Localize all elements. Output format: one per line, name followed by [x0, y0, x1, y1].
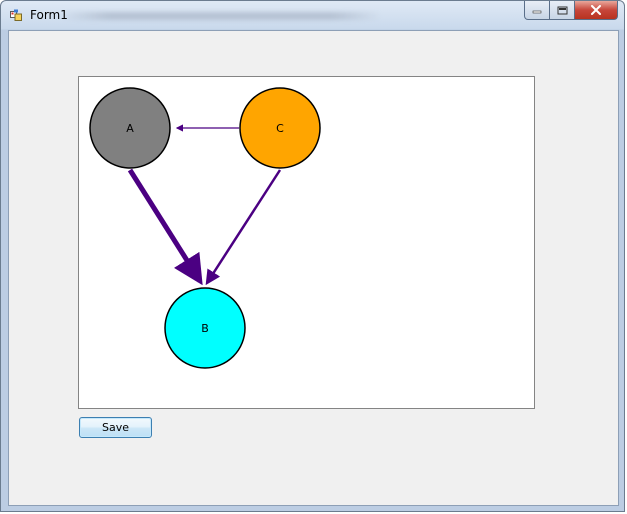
close-button[interactable]	[575, 1, 618, 20]
save-button[interactable]: Save	[79, 417, 152, 438]
node-b[interactable]: B	[164, 287, 246, 369]
maximize-icon	[557, 6, 567, 14]
graph-canvas[interactable]: A C B	[78, 76, 535, 409]
form-client-area: A C B Save	[8, 30, 619, 506]
minimize-icon	[532, 10, 542, 14]
winforms-app-icon	[10, 9, 22, 21]
edge-c-to-b	[205, 169, 282, 286]
node-a-label: A	[126, 122, 134, 135]
blurred-title-path	[61, 12, 381, 20]
node-c[interactable]: C	[239, 87, 321, 169]
node-b-label: B	[201, 322, 209, 335]
node-c-label: C	[276, 122, 284, 135]
close-icon	[591, 5, 601, 15]
maximize-button[interactable]	[550, 1, 575, 20]
edge-a-to-b	[127, 168, 203, 286]
caption-buttons	[524, 1, 618, 20]
graph-drawing: A C B	[89, 87, 321, 369]
minimize-button[interactable]	[524, 1, 550, 20]
form1-window: Form1 A C B Save	[0, 0, 625, 512]
node-a[interactable]: A	[89, 87, 171, 169]
title-bar[interactable]: Form1	[1, 1, 624, 29]
